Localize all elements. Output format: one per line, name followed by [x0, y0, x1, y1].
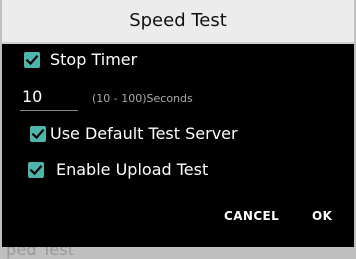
timer-range-hint: (10 - 100)Seconds [92, 92, 193, 105]
timer-seconds-input[interactable]: 10 [20, 86, 78, 111]
dialog-title-bar: Speed Test [2, 0, 354, 44]
dialog-title: Speed Test [129, 10, 227, 31]
checkmark-icon [31, 129, 45, 140]
stop-timer-checkbox[interactable] [24, 52, 40, 68]
speed-test-dialog: Speed Test Stop Timer 10 (10 - 100)Secon… [2, 0, 354, 247]
default-server-label[interactable]: Use Default Test Server [50, 124, 238, 143]
cancel-button[interactable]: CANCEL [224, 209, 279, 223]
stop-timer-label[interactable]: Stop Timer [50, 50, 137, 69]
upload-test-label[interactable]: Enable Upload Test [56, 160, 208, 179]
default-server-checkbox[interactable] [30, 126, 46, 142]
checkmark-icon [29, 165, 43, 176]
ok-button[interactable]: OK [312, 209, 332, 223]
checkmark-icon [25, 55, 39, 66]
timer-seconds-value: 10 [22, 87, 43, 106]
upload-test-checkbox[interactable] [28, 162, 44, 178]
